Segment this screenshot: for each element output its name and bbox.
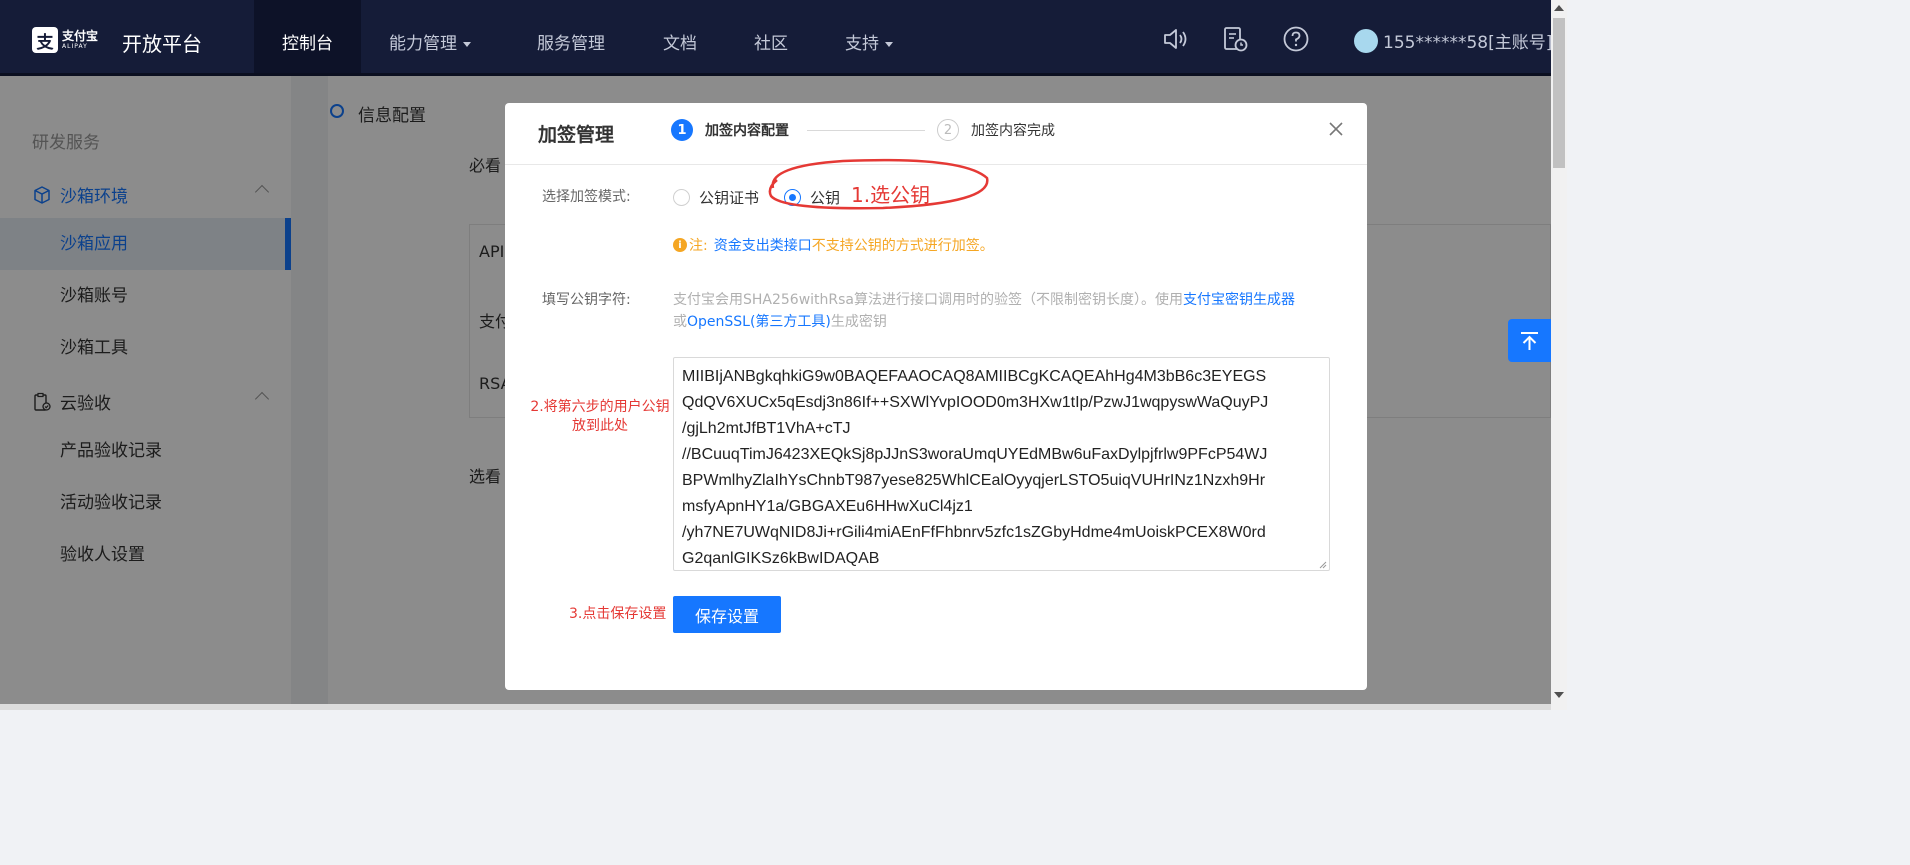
- logo-text-en: ALIPAY: [62, 43, 88, 50]
- chevron-down-icon: [885, 41, 893, 47]
- notice-message: i 注: 资金支出类接口 不支持公钥的方式进行加签。: [673, 235, 994, 255]
- modal-header: 加签管理 1 加签内容配置 2 加签内容完成: [505, 103, 1367, 165]
- sign-management-modal: 加签管理 1 加签内容配置 2 加签内容完成 选择加签模式: 公钥证书 公钥 1…: [505, 103, 1367, 690]
- info-icon: i: [673, 238, 687, 252]
- step-1: 1 加签内容配置: [671, 119, 789, 141]
- nav-docs[interactable]: 文档: [663, 29, 697, 54]
- step-connector: [807, 130, 925, 131]
- nav-capability-management[interactable]: 能力管理: [389, 29, 471, 54]
- radio-label[interactable]: 公钥证书: [699, 187, 759, 208]
- fund-expense-api-link[interactable]: 资金支出类接口: [714, 235, 812, 255]
- step-number: 1: [671, 119, 693, 141]
- radio-public-key-cert[interactable]: [673, 189, 690, 206]
- modal-title: 加签管理: [538, 124, 615, 146]
- user-account-menu[interactable]: 155******58[主账号]: [1354, 28, 1552, 53]
- back-to-top-button[interactable]: [1508, 319, 1551, 362]
- alipay-logo-icon: 支: [32, 27, 58, 53]
- annotation-step-1: 1.选公钥: [851, 183, 931, 207]
- logo-text-cn: 支付宝: [62, 29, 99, 43]
- key-generator-link[interactable]: 支付宝密钥生成器: [1183, 292, 1295, 308]
- vertical-scrollbar[interactable]: [1551, 0, 1567, 710]
- arrow-up-icon: [1521, 332, 1538, 350]
- step-number: 2: [937, 119, 959, 141]
- user-account-label: 155******58[主账号]: [1383, 33, 1553, 53]
- nav-service-management[interactable]: 服务管理: [537, 29, 605, 54]
- scroll-down-icon[interactable]: [1554, 692, 1564, 698]
- openssl-link[interactable]: OpenSSL(第三方工具): [687, 314, 831, 330]
- horizontal-scrollbar[interactable]: [0, 704, 1551, 710]
- nav-console[interactable]: 控制台: [282, 29, 333, 54]
- scrollbar-thumb[interactable]: [1553, 18, 1565, 168]
- chevron-down-icon: [463, 41, 471, 47]
- pubkey-textarea[interactable]: MIIBIjANBgkqhkiG9w0BAQEFAAOCAQ8AMIIBCgKC…: [673, 357, 1330, 571]
- clipboard-clock-icon[interactable]: [1222, 26, 1248, 52]
- step-2: 2 加签内容完成: [937, 119, 1055, 141]
- close-icon[interactable]: [1327, 120, 1345, 138]
- annotation-step-3: 3.点击保存设置: [569, 606, 667, 622]
- nav-support[interactable]: 支持: [845, 29, 893, 54]
- save-settings-button[interactable]: 保存设置: [673, 596, 781, 633]
- alipay-logo[interactable]: 支 支付宝 ALIPAY: [32, 26, 98, 54]
- platform-name[interactable]: 开放平台: [122, 28, 202, 57]
- scroll-up-icon[interactable]: [1554, 5, 1564, 11]
- nav-community[interactable]: 社区: [754, 29, 788, 54]
- step-label: 加签内容配置: [705, 123, 789, 139]
- step-label: 加签内容完成: [971, 123, 1055, 139]
- pubkey-help-text: 支付宝会用SHA256withRsa算法进行接口调用时的验签（不限制密钥长度）。…: [673, 292, 1296, 330]
- sign-mode-label: 选择加签模式:: [542, 189, 631, 205]
- help-circle-icon[interactable]: [1283, 26, 1309, 52]
- resize-grip-icon[interactable]: [1317, 559, 1327, 569]
- top-nav-bar: 支 支付宝 ALIPAY 开放平台 控制台 能力管理 服务管理 文档 社区 支持…: [0, 0, 1552, 76]
- speaker-icon[interactable]: [1162, 26, 1188, 52]
- annotation-step-2: 2.将第六步的用户公钥放到此处: [530, 399, 670, 434]
- pubkey-label: 填写公钥字符:: [542, 292, 631, 308]
- avatar: [1354, 28, 1378, 53]
